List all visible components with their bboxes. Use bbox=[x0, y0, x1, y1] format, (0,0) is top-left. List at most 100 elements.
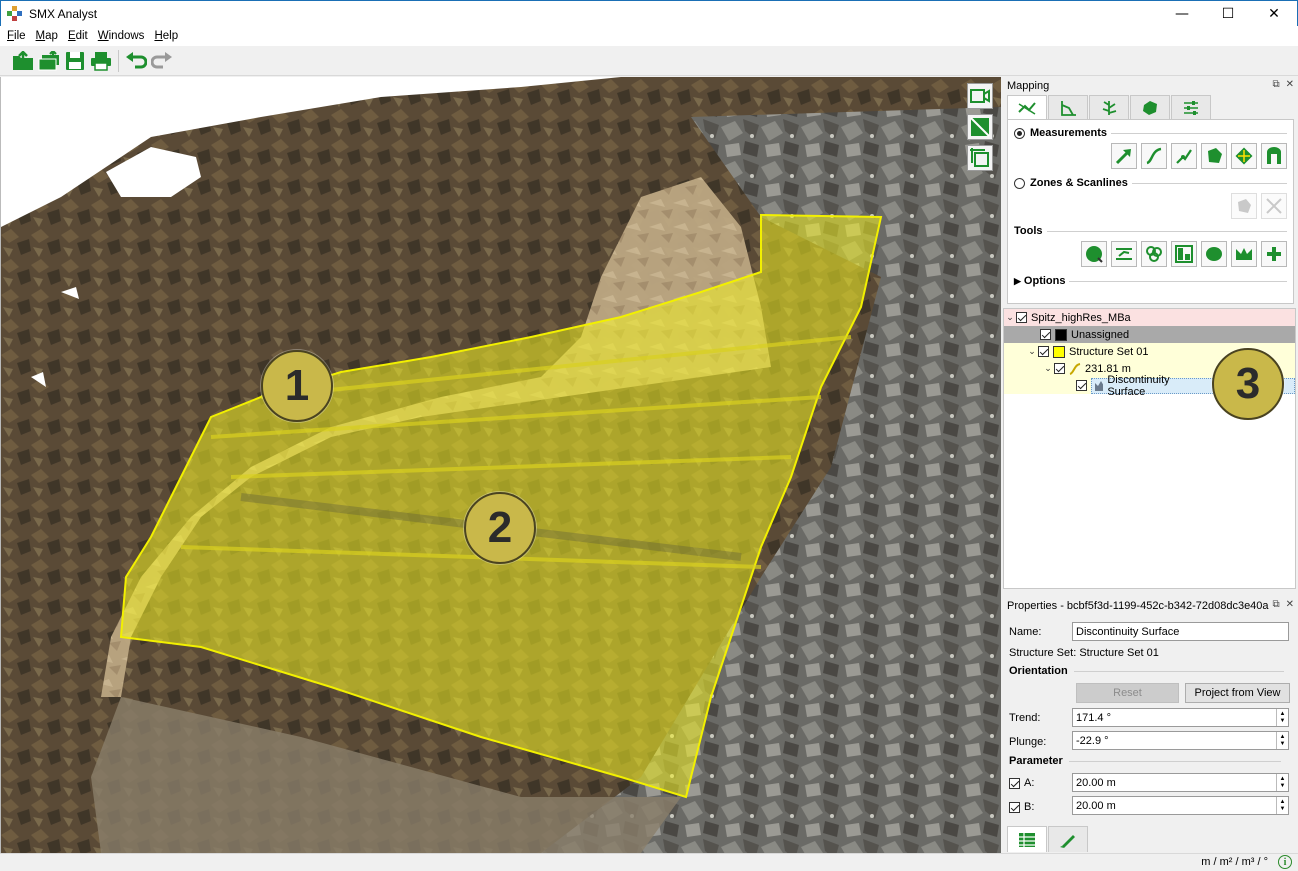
redo-button[interactable] bbox=[149, 48, 175, 74]
unassigned-checkbox[interactable] bbox=[1040, 329, 1051, 340]
minimize-button[interactable]: — bbox=[1159, 1, 1205, 27]
measure-tab-icon bbox=[1018, 101, 1036, 115]
tree-row-root[interactable]: ⌄ Spitz_highRes_MBa bbox=[1004, 309, 1295, 326]
scanline-button[interactable] bbox=[1261, 193, 1287, 219]
name-field[interactable]: Discontinuity Surface bbox=[1072, 622, 1289, 641]
measurement-checkbox[interactable] bbox=[1054, 363, 1065, 374]
options-expander-icon[interactable]: ▶ bbox=[1014, 276, 1021, 287]
plunge-spinner[interactable]: ▲ ▼ bbox=[1276, 732, 1288, 749]
spin-down-icon[interactable]: ▼ bbox=[1280, 741, 1286, 748]
units-label: m / m² / m³ / ° bbox=[1201, 856, 1268, 868]
zone-polygon-button[interactable] bbox=[1231, 193, 1257, 219]
a-checkbox[interactable] bbox=[1009, 777, 1020, 789]
root-checkbox[interactable] bbox=[1016, 312, 1027, 323]
spin-up-icon[interactable]: ▲ bbox=[1280, 776, 1286, 783]
spin-down-icon[interactable]: ▼ bbox=[1280, 806, 1286, 813]
close-panel-icon[interactable]: ✕ bbox=[1286, 599, 1294, 610]
measurements-radio[interactable] bbox=[1014, 127, 1025, 139]
trend-field[interactable]: 171.4 ° ▲ ▼ bbox=[1072, 708, 1289, 727]
options-group[interactable]: ▶ Options bbox=[1014, 275, 1287, 287]
tree-row-unassigned[interactable]: Unassigned bbox=[1004, 326, 1295, 343]
stereonet-button[interactable] bbox=[1081, 241, 1107, 267]
trace-tool-button[interactable] bbox=[1171, 143, 1197, 169]
float-icon[interactable]: ⧉ bbox=[1272, 79, 1279, 90]
spin-up-icon[interactable]: ▲ bbox=[1280, 734, 1286, 741]
collapse-icon[interactable]: ⌄ bbox=[1026, 346, 1038, 357]
camera-view-button[interactable] bbox=[967, 83, 993, 109]
close-button[interactable]: ✕ bbox=[1251, 1, 1297, 27]
view-tools bbox=[967, 83, 993, 171]
tab-edit[interactable] bbox=[1048, 826, 1088, 852]
tab-solid[interactable] bbox=[1130, 95, 1170, 119]
print-button[interactable] bbox=[88, 48, 114, 74]
a-spinner[interactable]: ▲ ▼ bbox=[1276, 774, 1288, 791]
menu-help[interactable]: Help bbox=[149, 30, 183, 42]
add-button[interactable] bbox=[1261, 241, 1287, 267]
menu-map[interactable]: Map bbox=[31, 30, 63, 42]
callout-2: 2 bbox=[464, 492, 536, 564]
collapse-icon[interactable]: ⌄ bbox=[1004, 312, 1016, 323]
table-icon bbox=[1019, 832, 1035, 847]
properties-panel-title: Properties - bcbf5f3d-1199-452c-b342-72d… bbox=[1007, 600, 1269, 612]
polyline-icon bbox=[1146, 147, 1162, 165]
b-field[interactable]: 20.00 m ▲ ▼ bbox=[1072, 796, 1289, 815]
plane-tool-button[interactable] bbox=[1231, 143, 1257, 169]
wedge-button[interactable] bbox=[1231, 241, 1257, 267]
surface-label: Discontinuity Surface bbox=[1107, 373, 1170, 398]
structure-set-checkbox[interactable] bbox=[1038, 346, 1049, 357]
plane-view-button[interactable] bbox=[967, 114, 993, 140]
close-panel-icon[interactable]: ✕ bbox=[1286, 79, 1294, 90]
b-label: B: bbox=[1024, 801, 1035, 813]
spin-up-icon[interactable]: ▲ bbox=[1280, 711, 1286, 718]
tunnel-tool-button[interactable] bbox=[1261, 143, 1287, 169]
point-cloud-scene[interactable] bbox=[1, 77, 1001, 853]
menu-windows[interactable]: Windows bbox=[93, 30, 150, 42]
trend-spinner[interactable]: ▲ ▼ bbox=[1276, 709, 1288, 726]
polyline-tool-button[interactable] bbox=[1141, 143, 1167, 169]
divider bbox=[1111, 132, 1287, 134]
menu-file[interactable]: File bbox=[2, 30, 31, 42]
spin-down-icon[interactable]: ▼ bbox=[1280, 718, 1286, 725]
save-button[interactable] bbox=[62, 48, 88, 74]
vector-tool-button[interactable] bbox=[1111, 143, 1137, 169]
spin-down-icon[interactable]: ▼ bbox=[1280, 783, 1286, 790]
b-row: B: bbox=[1009, 801, 1034, 813]
plunge-field[interactable]: -22.9 ° ▲ ▼ bbox=[1072, 731, 1289, 750]
surface-button[interactable] bbox=[1201, 241, 1227, 267]
b-spinner[interactable]: ▲ ▼ bbox=[1276, 797, 1288, 814]
info-icon[interactable]: i bbox=[1278, 855, 1292, 869]
divider bbox=[1131, 182, 1287, 184]
tab-profile[interactable] bbox=[1048, 95, 1088, 119]
tools-group: Tools bbox=[1014, 225, 1287, 237]
tab-tree[interactable] bbox=[1089, 95, 1129, 119]
polygon-tool-button[interactable] bbox=[1201, 143, 1227, 169]
reset-button[interactable]: Reset bbox=[1076, 683, 1179, 703]
tab-table[interactable] bbox=[1007, 826, 1047, 852]
tab-settings[interactable] bbox=[1171, 95, 1211, 119]
zones-radio[interactable] bbox=[1014, 177, 1025, 189]
float-icon[interactable]: ⧉ bbox=[1272, 599, 1279, 610]
layout-button[interactable] bbox=[1171, 241, 1197, 267]
measurements-group: Measurements bbox=[1014, 127, 1287, 139]
wedge-icon bbox=[1236, 248, 1252, 260]
spin-up-icon[interactable]: ▲ bbox=[1280, 799, 1286, 806]
3d-viewport[interactable]: 1 2 bbox=[0, 77, 1001, 853]
open-multiple-button[interactable] bbox=[36, 48, 62, 74]
project-from-view-button[interactable]: Project from View bbox=[1185, 683, 1290, 703]
polygon-icon bbox=[1208, 148, 1222, 163]
measurements-label: Measurements bbox=[1030, 127, 1108, 139]
fit-view-button[interactable] bbox=[967, 145, 993, 171]
menu-edit[interactable]: Edit bbox=[63, 30, 93, 42]
tab-measurements[interactable] bbox=[1007, 95, 1047, 119]
surface-checkbox[interactable] bbox=[1076, 380, 1087, 391]
open-button[interactable] bbox=[10, 48, 36, 74]
undo-button[interactable] bbox=[123, 48, 149, 74]
section-button[interactable] bbox=[1111, 241, 1137, 267]
a-field[interactable]: 20.00 m ▲ ▼ bbox=[1072, 773, 1289, 792]
add-icon bbox=[1267, 247, 1281, 261]
collapse-icon[interactable]: ⌄ bbox=[1042, 363, 1054, 374]
properties-tabs bbox=[1007, 826, 1089, 852]
cluster-button[interactable] bbox=[1141, 241, 1167, 267]
maximize-button[interactable]: ☐ bbox=[1205, 1, 1251, 27]
b-checkbox[interactable] bbox=[1009, 801, 1020, 813]
